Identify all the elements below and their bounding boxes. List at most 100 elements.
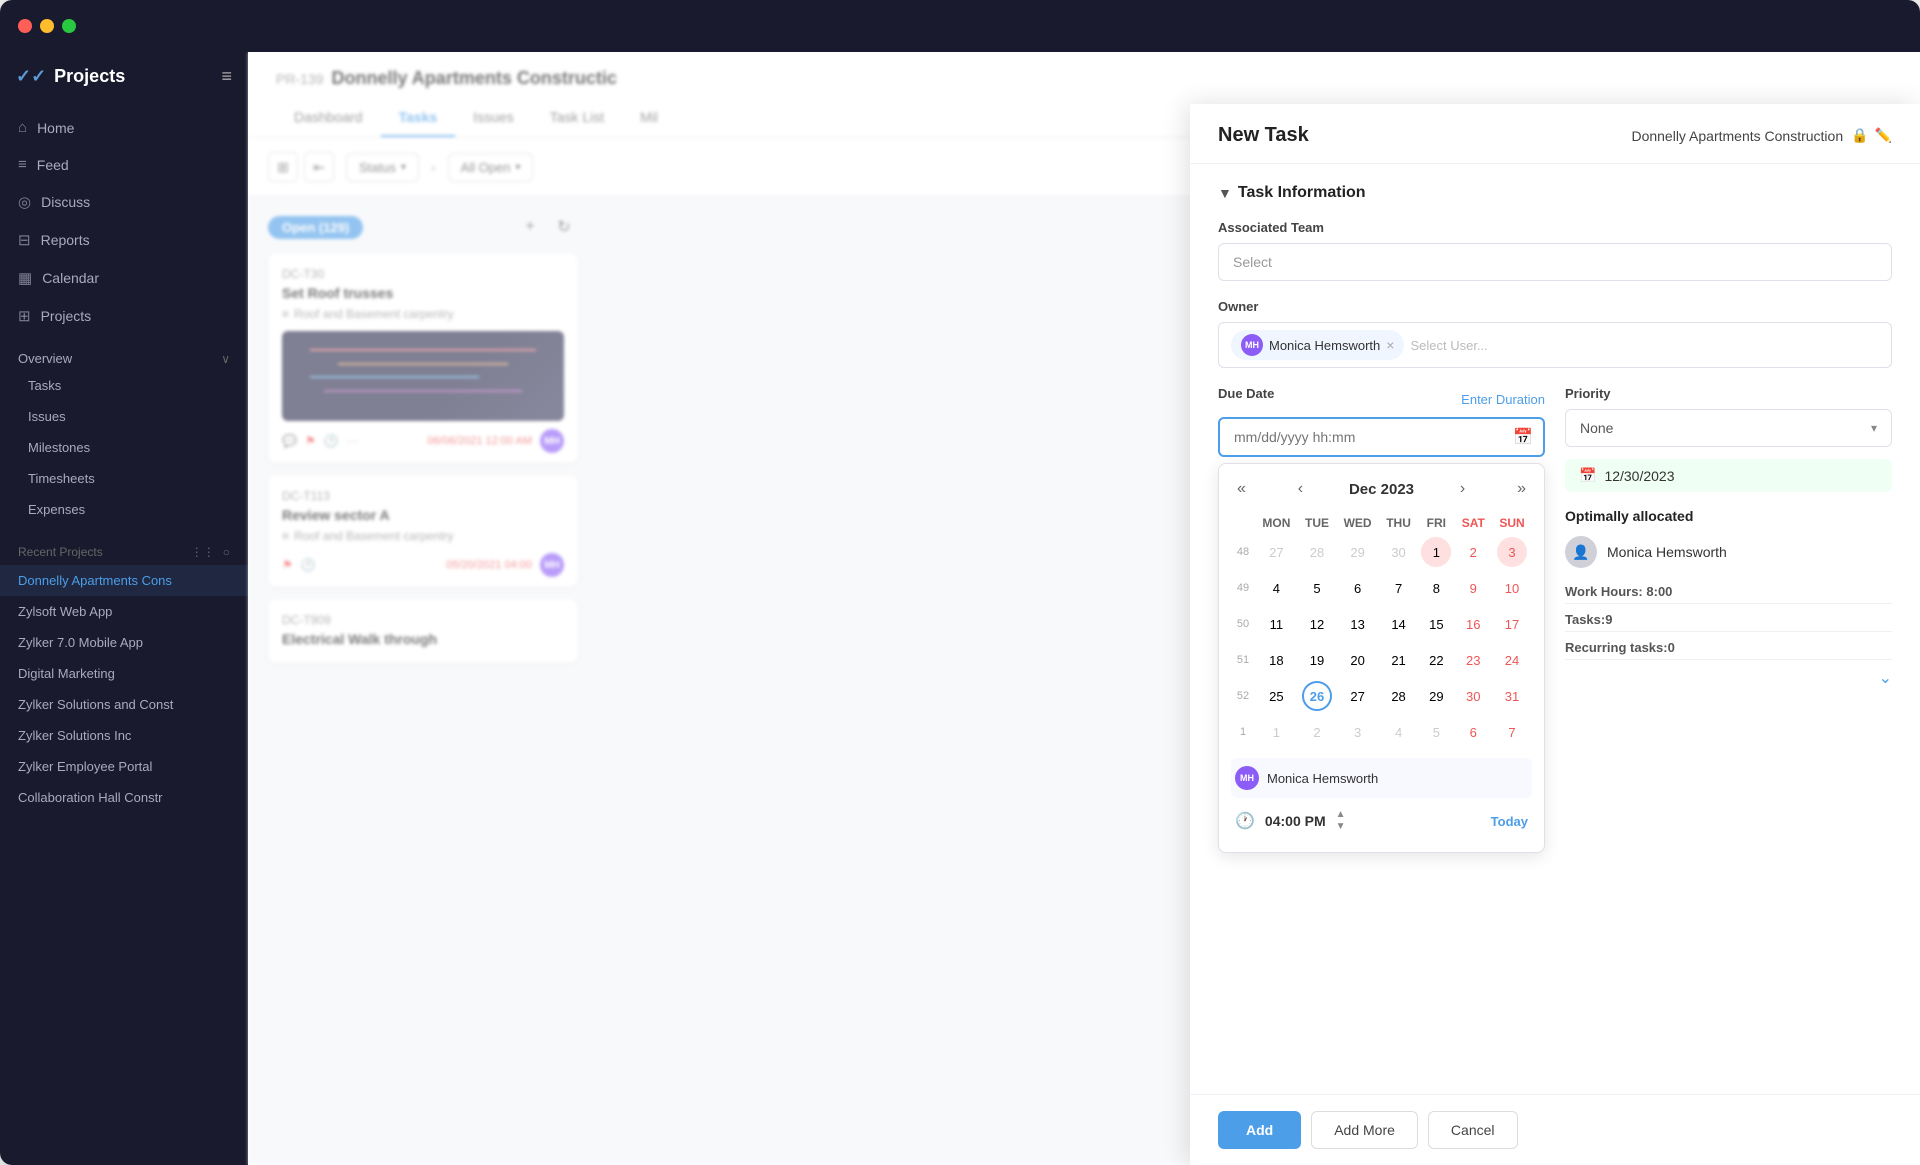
cal-next-month-button[interactable]: › (1454, 476, 1471, 502)
cal-day-28-prev[interactable]: 28 (1298, 534, 1336, 570)
add-more-button[interactable]: Add More (1311, 1111, 1418, 1149)
add-task-button[interactable]: + (516, 213, 544, 241)
calendar-icon[interactable]: 📅 (1513, 427, 1533, 447)
project-item-zylker-solutions[interactable]: Zylker Solutions and Const (0, 689, 248, 720)
sidebar-menu-icon[interactable]: ≡ (221, 66, 232, 87)
cal-day-19[interactable]: 19 (1298, 642, 1336, 678)
expand-optimally-icon[interactable]: ⌄ (1879, 670, 1892, 687)
cal-day-30[interactable]: 30 (1455, 678, 1493, 714)
today-link[interactable]: Today (1491, 814, 1528, 829)
priority-select[interactable]: None ▾ (1565, 409, 1892, 447)
flag-icon-2[interactable]: ⚑ (282, 558, 293, 572)
comment-icon-1[interactable]: 💬 (282, 434, 297, 448)
task-info-section-header[interactable]: ▼ Task Information (1218, 184, 1892, 202)
cal-day-28[interactable]: 28 (1379, 678, 1418, 714)
project-item-donnelly[interactable]: Donnelly Apartments Cons (0, 565, 248, 596)
cal-day-7-next[interactable]: 7 (1492, 714, 1532, 750)
cal-day-3[interactable]: 3 (1492, 534, 1532, 570)
close-dot[interactable] (18, 19, 32, 33)
project-item-collab[interactable]: Collaboration Hall Constr (0, 782, 248, 813)
cal-day-24[interactable]: 24 (1492, 642, 1532, 678)
maximize-dot[interactable] (62, 19, 76, 33)
cal-next-year-button[interactable]: » (1511, 476, 1532, 502)
cal-day-26[interactable]: 26 (1298, 678, 1336, 714)
time-up-button[interactable]: ▲ (1336, 810, 1346, 820)
priority-flag-icon-1[interactable]: ⚑ (305, 434, 316, 448)
sidebar-item-feed[interactable]: ≡ Feed (0, 146, 248, 183)
cal-day-30-prev[interactable]: 30 (1379, 534, 1418, 570)
enter-duration-link[interactable]: Enter Duration (1461, 392, 1545, 407)
cal-day-29[interactable]: 29 (1418, 678, 1454, 714)
cal-day-14[interactable]: 14 (1379, 606, 1418, 642)
sidebar-item-discuss[interactable]: ◎ Discuss (0, 183, 248, 221)
cal-day-29-prev[interactable]: 29 (1336, 534, 1379, 570)
all-open-filter[interactable]: All Open ▾ (448, 153, 534, 182)
sidebar-sub-issues[interactable]: Issues (0, 401, 248, 432)
sidebar-item-projects[interactable]: ⊞ Projects (0, 297, 248, 335)
sidebar-item-home[interactable]: ⌂ Home (0, 109, 248, 146)
filter-icon-btn-1[interactable]: ⊞ (268, 152, 298, 182)
cal-day-1[interactable]: 1 (1418, 534, 1454, 570)
project-item-zylker70[interactable]: Zylker 7.0 Mobile App (0, 627, 248, 658)
project-item-digital[interactable]: Digital Marketing (0, 658, 248, 689)
cal-day-16[interactable]: 16 (1455, 606, 1493, 642)
cal-day-22[interactable]: 22 (1418, 642, 1454, 678)
cal-day-9[interactable]: 9 (1455, 570, 1493, 606)
cal-day-23[interactable]: 23 (1455, 642, 1493, 678)
cal-prev-year-button[interactable]: « (1231, 476, 1252, 502)
cal-day-2[interactable]: 2 (1455, 534, 1493, 570)
recent-projects-list-icon[interactable]: ⋮⋮ (191, 545, 215, 559)
cal-day-8[interactable]: 8 (1418, 570, 1454, 606)
more-icon-1[interactable]: ··· (347, 434, 359, 448)
associated-team-select[interactable]: Select (1218, 243, 1892, 281)
cal-day-4-next[interactable]: 4 (1379, 714, 1418, 750)
owner-remove-button[interactable]: × (1386, 337, 1394, 353)
cal-day-6-next[interactable]: 6 (1455, 714, 1493, 750)
cal-day-7[interactable]: 7 (1379, 570, 1418, 606)
cal-day-18[interactable]: 18 (1255, 642, 1298, 678)
clock-icon-1[interactable]: 🕐 (324, 434, 339, 448)
minimize-dot[interactable] (40, 19, 54, 33)
project-item-zylsoft[interactable]: Zylsoft Web App (0, 596, 248, 627)
overview-chevron[interactable]: ∨ (221, 352, 230, 366)
status-filter[interactable]: Status ▾ (346, 153, 419, 182)
cal-day-5-next[interactable]: 5 (1418, 714, 1454, 750)
refresh-column-button[interactable]: ↻ (550, 213, 578, 241)
cal-day-20[interactable]: 20 (1336, 642, 1379, 678)
cal-day-12[interactable]: 12 (1298, 606, 1336, 642)
sidebar-sub-milestones[interactable]: Milestones (0, 432, 248, 463)
lock-icon[interactable]: 🔒 (1851, 127, 1868, 144)
cal-day-5[interactable]: 5 (1298, 570, 1336, 606)
cal-day-11[interactable]: 11 (1255, 606, 1298, 642)
cal-day-2-next[interactable]: 2 (1298, 714, 1336, 750)
cal-day-1-next[interactable]: 1 (1255, 714, 1298, 750)
cal-day-4[interactable]: 4 (1255, 570, 1298, 606)
cancel-button[interactable]: Cancel (1428, 1111, 1518, 1149)
tab-mil[interactable]: Mil (622, 99, 676, 137)
edit-icon[interactable]: ✏️ (1875, 127, 1892, 144)
cal-day-6[interactable]: 6 (1336, 570, 1379, 606)
sidebar-sub-expenses[interactable]: Expenses (0, 494, 248, 525)
sidebar-sub-timesheets[interactable]: Timesheets (0, 463, 248, 494)
owner-field[interactable]: MH Monica Hemsworth × Select User... (1218, 322, 1892, 368)
tab-dashboard[interactable]: Dashboard (276, 99, 381, 137)
task-card-1[interactable]: DC-T30 Set Roof trusses ≡ Roof and Basem… (268, 253, 578, 463)
project-item-zylker-inc[interactable]: Zylker Solutions Inc (0, 720, 248, 751)
due-date-input[interactable] (1218, 417, 1545, 457)
filter-icon-btn-2[interactable]: ⇤ (304, 152, 334, 182)
sidebar-item-reports[interactable]: ⊟ Reports (0, 221, 248, 259)
tab-issues[interactable]: Issues (455, 99, 531, 137)
clock-icon-2[interactable]: 🕐 (301, 558, 316, 572)
sidebar-item-calendar[interactable]: ▦ Calendar (0, 259, 248, 297)
cal-day-25[interactable]: 25 (1255, 678, 1298, 714)
time-down-button[interactable]: ▼ (1336, 822, 1346, 832)
cal-day-3-next[interactable]: 3 (1336, 714, 1379, 750)
sidebar-sub-tasks[interactable]: Tasks (0, 370, 248, 401)
tab-tasks[interactable]: Tasks (381, 99, 456, 137)
cal-day-15[interactable]: 15 (1418, 606, 1454, 642)
tab-tasklist[interactable]: Task List (532, 99, 622, 137)
recent-projects-search-icon[interactable]: ○ (223, 545, 230, 559)
cal-day-10[interactable]: 10 (1492, 570, 1532, 606)
project-item-zylker-employee[interactable]: Zylker Employee Portal (0, 751, 248, 782)
add-button[interactable]: Add (1218, 1111, 1301, 1149)
